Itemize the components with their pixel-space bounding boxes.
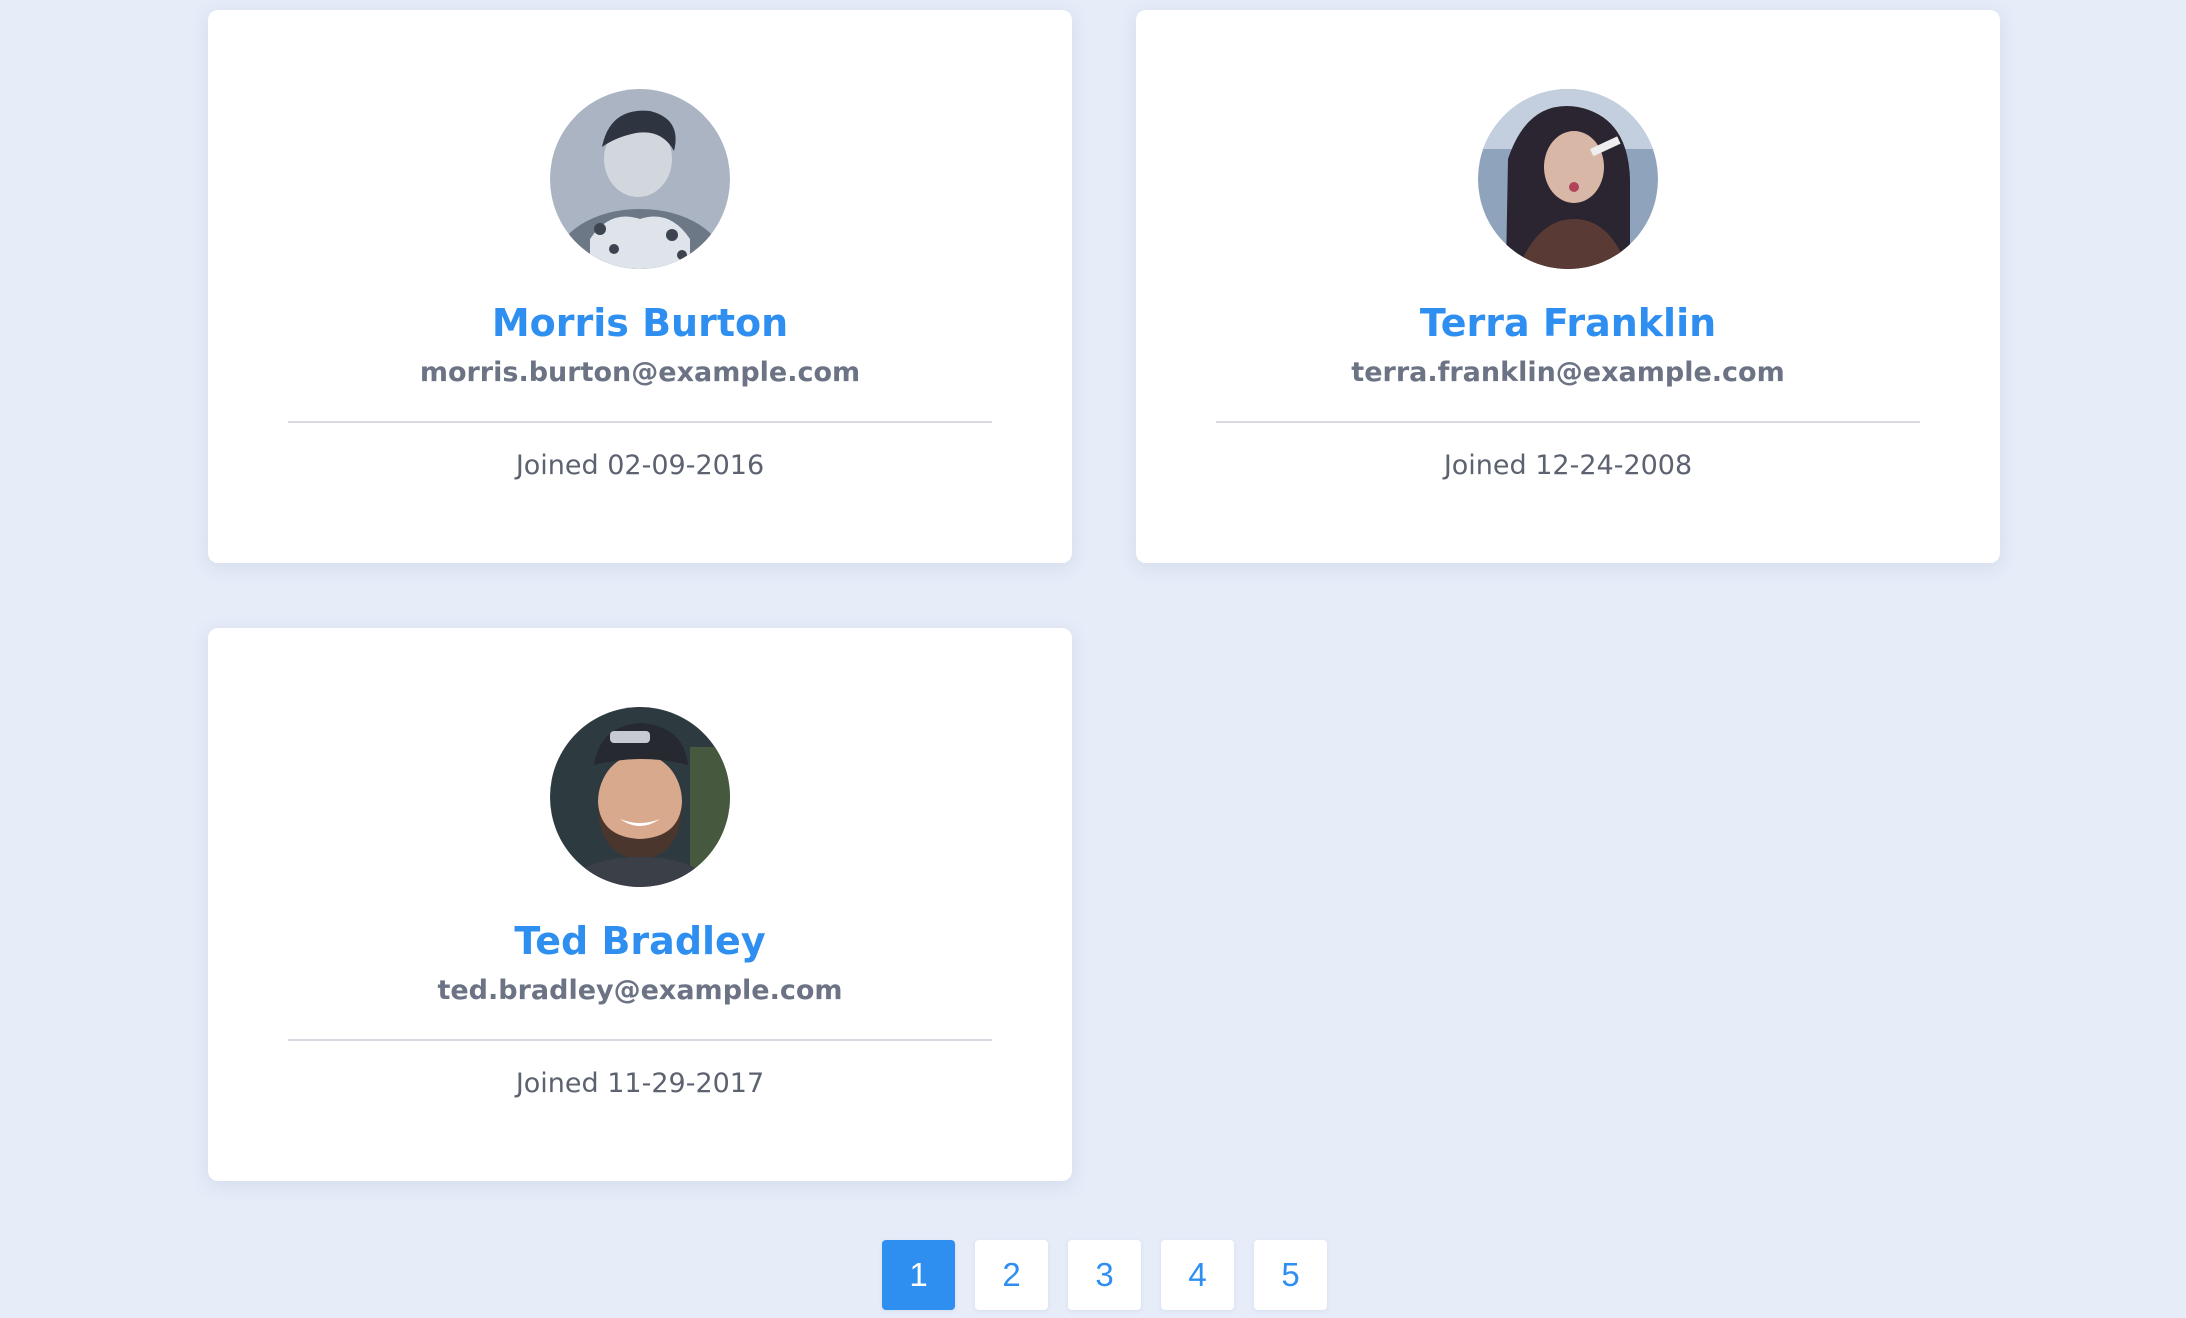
joined-date: Joined 11-29-2017	[515, 1068, 765, 1099]
divider	[1216, 421, 1920, 423]
user-avatar	[1478, 89, 1658, 269]
page-button-4[interactable]: 4	[1161, 1240, 1234, 1310]
avatar-image	[550, 707, 730, 887]
user-email: terra.franklin@example.com	[1351, 357, 1785, 388]
user-avatar	[550, 89, 730, 269]
avatar-image	[550, 89, 730, 269]
page-button-5[interactable]: 5	[1254, 1240, 1327, 1310]
user-name: Terra Franklin	[1419, 301, 1717, 345]
joined-date: Joined 02-09-2016	[515, 450, 765, 481]
divider	[288, 1039, 992, 1041]
user-email: morris.burton@example.com	[419, 357, 861, 388]
divider	[288, 421, 992, 423]
joined-date: Joined 12-24-2008	[1443, 450, 1693, 481]
page-button-2[interactable]: 2	[975, 1240, 1048, 1310]
user-name: Morris Burton	[491, 301, 789, 345]
user-card: Terra Franklin terra.franklin@example.co…	[1136, 10, 2000, 563]
user-card: Morris Burton morris.burton@example.com …	[208, 10, 1072, 563]
user-card: Ted Bradley ted.bradley@example.com Join…	[208, 628, 1072, 1181]
page-button-1[interactable]: 1	[882, 1240, 955, 1310]
avatar-image	[1478, 89, 1658, 269]
page-button-3[interactable]: 3	[1068, 1240, 1141, 1310]
user-email: ted.bradley@example.com	[437, 975, 843, 1006]
user-name: Ted Bradley	[514, 919, 766, 963]
user-avatar	[550, 707, 730, 887]
pagination: 1 2 3 4 5	[882, 1240, 1327, 1310]
